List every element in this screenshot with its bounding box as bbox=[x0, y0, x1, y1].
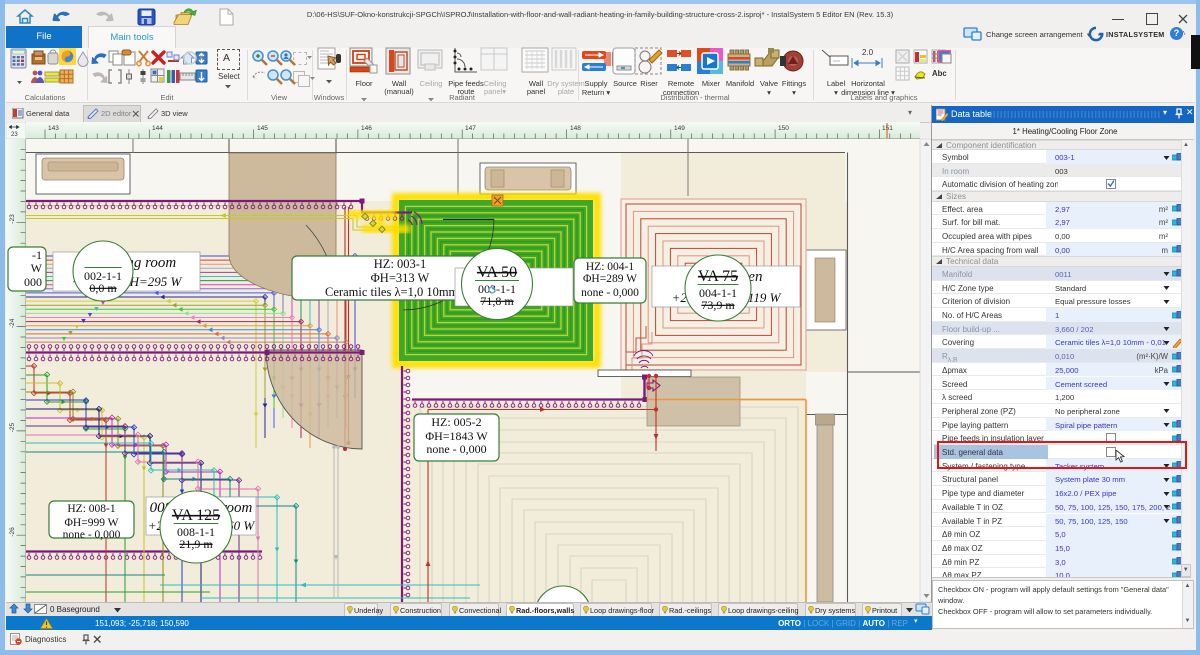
svg-text:0,0 m: 0,0 m bbox=[89, 281, 117, 295]
svg-text:23: 23 bbox=[11, 132, 18, 138]
svg-text:73,9 m: 73,9 m bbox=[701, 298, 735, 312]
svg-text:147: 147 bbox=[465, 125, 476, 132]
svg-text:ΦH=289 W: ΦH=289 W bbox=[583, 273, 637, 285]
svg-text:HZ: 004-1: HZ: 004-1 bbox=[586, 261, 634, 273]
svg-text:ΦH=313 W: ΦH=313 W bbox=[371, 271, 430, 285]
svg-text:-23: -23 bbox=[9, 214, 16, 224]
svg-text:145: 145 bbox=[257, 125, 268, 132]
svg-text:143: 143 bbox=[48, 125, 59, 132]
svg-text:21,9 m: 21,9 m bbox=[179, 537, 213, 551]
svg-text:149: 149 bbox=[674, 125, 685, 132]
svg-text:VA 125: VA 125 bbox=[172, 507, 220, 524]
svg-text:146: 146 bbox=[361, 125, 372, 132]
svg-text:HZ: 005-2: HZ: 005-2 bbox=[431, 415, 481, 429]
svg-text:-1: -1 bbox=[32, 248, 42, 262]
svg-text:-26: -26 bbox=[9, 527, 16, 537]
svg-text:148: 148 bbox=[570, 125, 581, 132]
svg-text:71,8 m: 71,8 m bbox=[480, 294, 514, 308]
svg-text:000: 000 bbox=[24, 275, 42, 289]
svg-text:W: W bbox=[31, 261, 43, 275]
svg-text:HZ: 003-1: HZ: 003-1 bbox=[374, 257, 426, 271]
svg-text:-25: -25 bbox=[9, 423, 16, 433]
svg-text:151: 151 bbox=[882, 125, 893, 132]
svg-text:150: 150 bbox=[778, 125, 789, 132]
svg-text:ΦH=999 W: ΦH=999 W bbox=[65, 517, 119, 529]
svg-text:Ceramic tiles λ=1,0 10mm - 0: Ceramic tiles λ=1,0 10mm - 0 bbox=[325, 285, 475, 299]
svg-text:none - 0,000: none - 0,000 bbox=[581, 287, 639, 299]
svg-text:none - 0,000: none - 0,000 bbox=[63, 529, 121, 541]
svg-text:-24: -24 bbox=[9, 318, 16, 328]
svg-text:144: 144 bbox=[152, 125, 163, 132]
svg-text:ΦH=1843 W: ΦH=1843 W bbox=[425, 429, 488, 443]
svg-text:VA 50: VA 50 bbox=[477, 264, 517, 281]
svg-text:HZ: 008-1: HZ: 008-1 bbox=[67, 503, 115, 515]
svg-text:none - 0,000: none - 0,000 bbox=[426, 442, 486, 456]
svg-text:VA 75: VA 75 bbox=[698, 268, 738, 285]
svg-text:2.0: 2.0 bbox=[862, 48, 874, 57]
